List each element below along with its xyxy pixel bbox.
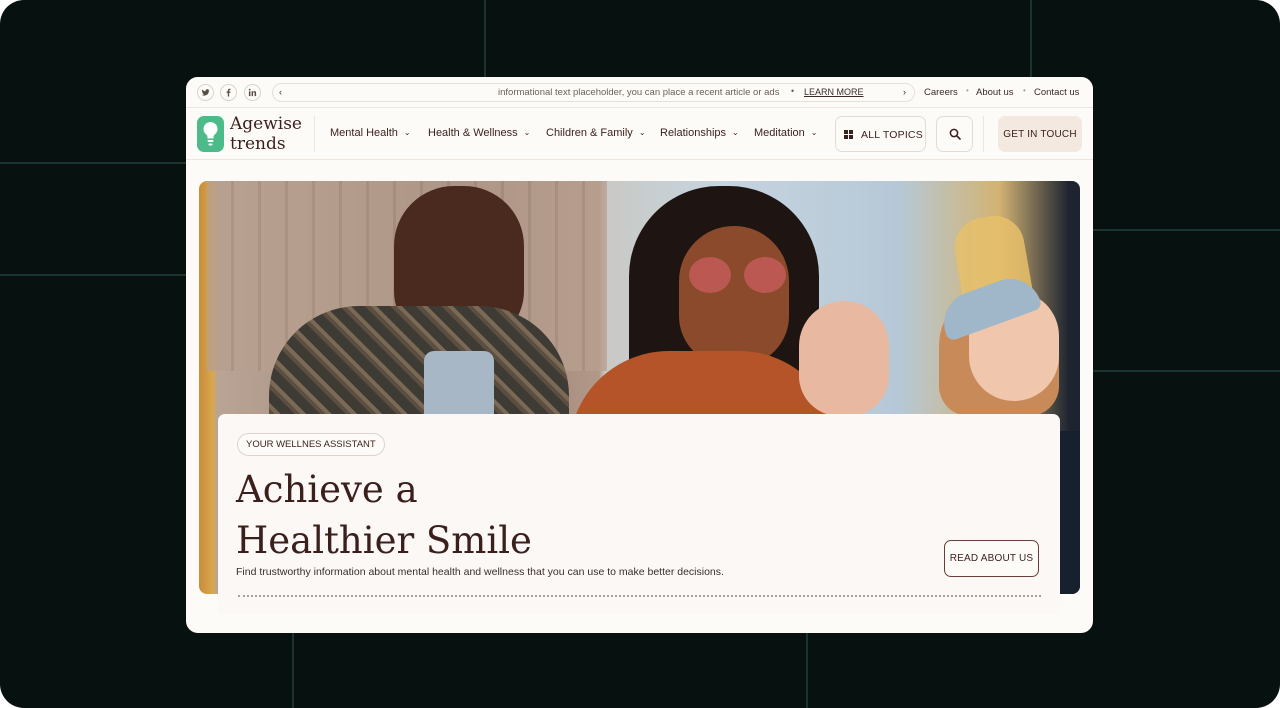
top-link-separator: • (1023, 86, 1026, 95)
careers-link[interactable]: Careers (924, 87, 958, 98)
ticker-text: informational text placeholder, you can … (498, 87, 780, 98)
nav-item-relationships[interactable]: Relationships ⌄ (660, 127, 739, 139)
nav-item-mental-health[interactable]: Mental Health ⌄ (330, 127, 411, 139)
nav-item-meditation[interactable]: Meditation ⌄ (754, 127, 817, 139)
main-nav: Agewise trends Mental Health ⌄ Health & W… (186, 108, 1093, 160)
ticker-learn-more-link[interactable]: LEARN MORE (804, 87, 864, 97)
nav-item-children-family[interactable]: Children & Family ⌄ (546, 127, 646, 139)
nav-item-label: Children & Family (546, 127, 633, 139)
read-about-us-button[interactable]: READ ABOUT US (944, 540, 1039, 577)
grid-line (0, 274, 186, 276)
person-face (799, 301, 889, 416)
grid-line (1093, 229, 1280, 231)
top-link-separator: • (966, 86, 969, 95)
all-topics-label: ALL TOPICS (861, 129, 923, 141)
hero-title: Achieve a Healthier Smile (236, 464, 836, 566)
twitter-icon[interactable] (197, 84, 214, 101)
hero-subtitle: Find trustworthy information about menta… (236, 566, 724, 578)
top-bar: ‹ informational text placeholder, you ca… (186, 77, 1093, 108)
grid-line (484, 0, 486, 77)
about-us-link[interactable]: About us (976, 87, 1014, 98)
nav-item-label: Meditation (754, 127, 805, 139)
search-button[interactable] (936, 116, 973, 152)
grid-icon (844, 130, 853, 139)
chevron-down-icon: ⌄ (523, 128, 531, 137)
ticker-prev-icon[interactable]: ‹ (279, 87, 282, 97)
app-frame: ‹ informational text placeholder, you ca… (0, 0, 1280, 708)
brand-logo[interactable]: Agewise trends (230, 114, 302, 154)
brand-line1: Agewise (230, 114, 302, 134)
chevron-down-icon: ⌄ (732, 128, 739, 137)
grid-line (1030, 0, 1032, 77)
hero-badge: YOUR WELLNES ASSISTANT (237, 433, 385, 456)
grid-line (0, 162, 186, 164)
announcement-ticker: ‹ informational text placeholder, you ca… (272, 83, 915, 102)
grid-line (1093, 370, 1280, 372)
search-icon (949, 128, 961, 140)
linkedin-icon[interactable] (244, 84, 261, 101)
grid-line (292, 633, 294, 708)
divider (983, 116, 984, 152)
grid-line (806, 633, 808, 708)
nav-item-label: Relationships (660, 127, 727, 139)
sunglasses-lens (689, 257, 731, 293)
get-in-touch-button[interactable]: GET IN TOUCH (998, 116, 1082, 152)
sunglasses-lens (744, 257, 786, 293)
hero-card: YOUR WELLNES ASSISTANT Achieve a Healthi… (218, 414, 1060, 614)
person-face (679, 226, 789, 366)
website-window: ‹ informational text placeholder, you ca… (186, 77, 1093, 633)
hero-title-line1: Achieve a (236, 468, 418, 511)
divider (314, 116, 315, 152)
chevron-down-icon: ⌄ (403, 128, 411, 137)
chevron-down-icon: ⌄ (638, 128, 646, 137)
ticker-separator: • (791, 86, 795, 96)
facebook-icon[interactable] (220, 84, 237, 101)
nav-item-label: Mental Health (330, 127, 398, 139)
hero-title-line2: Healthier Smile (236, 519, 532, 562)
all-topics-button[interactable]: ALL TOPICS (835, 116, 926, 152)
dotted-divider (238, 595, 1041, 597)
lightbulb-logo-icon[interactable] (197, 116, 224, 152)
nav-item-health-wellness[interactable]: Health & Wellness ⌄ (428, 127, 530, 139)
chevron-down-icon: ⌄ (810, 128, 818, 137)
contact-us-link[interactable]: Contact us (1034, 87, 1079, 98)
nav-item-label: Health & Wellness (428, 127, 518, 139)
ticker-next-icon[interactable]: › (903, 87, 906, 97)
brand-line2: trends (230, 134, 286, 154)
